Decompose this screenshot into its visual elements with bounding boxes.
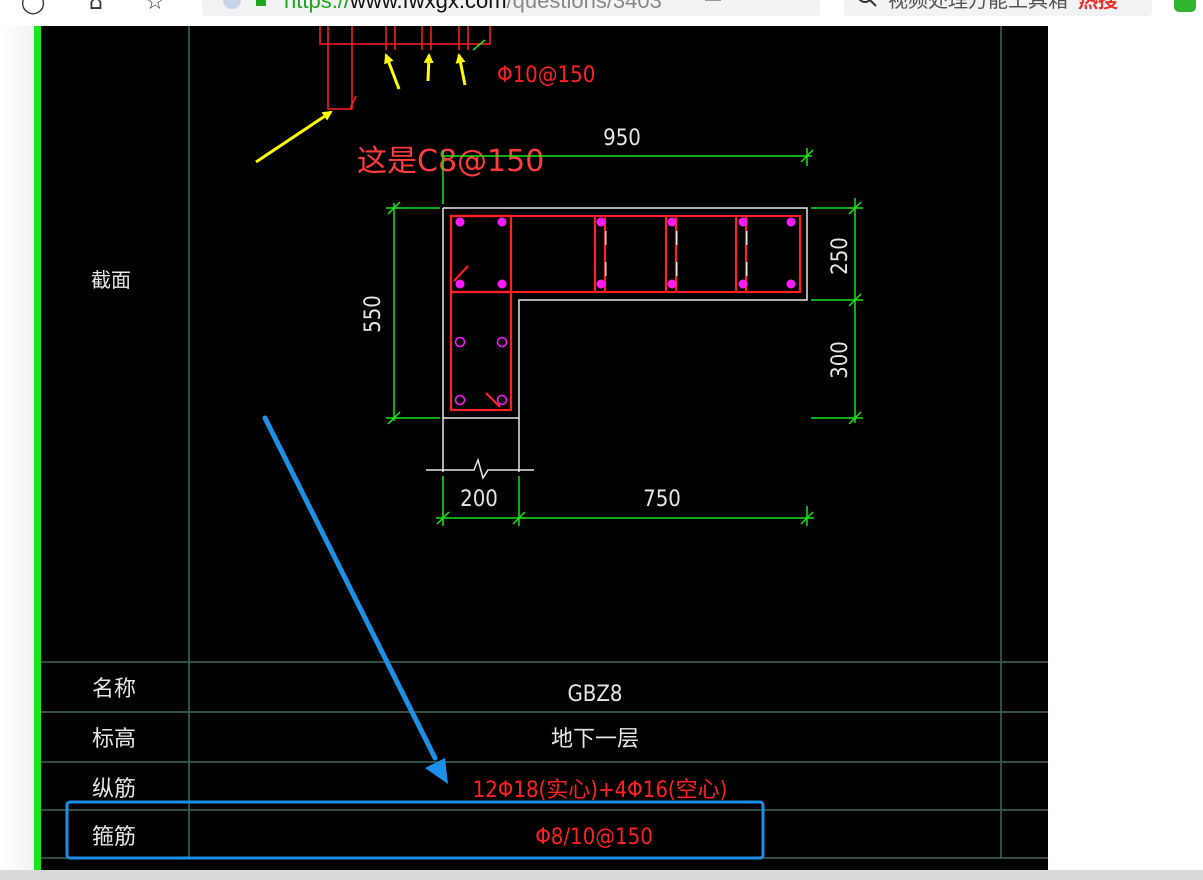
row-elevation-value: 地下一层 [551, 727, 639, 752]
extension-icon[interactable] [1168, 0, 1203, 26]
url-protocol: https:// [284, 0, 351, 13]
yellow-arrow-icon [384, 53, 401, 90]
row-name-value: GBZ8 [567, 682, 622, 707]
row-elevation-header: 标高 [92, 727, 136, 752]
drawing-frame-border [34, 26, 41, 870]
search-suggestion: 视频处理万能工具箱 [888, 0, 1068, 12]
cad-svg: 截面 Φ10@150 这是C8@150 950 550 250 300 200 … [34, 26, 1048, 870]
solid-bars [455, 217, 796, 289]
dim-right-lower: 300 [828, 341, 853, 379]
site-security-icon [223, 0, 241, 9]
row-longitudinal-value: 12Φ18(实心)+4Φ16(空心) [473, 778, 728, 803]
page-margin [0, 26, 34, 870]
hollow-bars [454, 336, 508, 406]
dimension-texts: 950 550 250 300 200 750 [361, 126, 853, 512]
dim-right-upper: 250 [828, 237, 853, 275]
top-rebar-label: Φ10@150 [497, 63, 595, 88]
url-path: /questions/3403 [506, 0, 662, 13]
blue-arrow-icon [262, 415, 448, 784]
cad-drawing: 截面 Φ10@150 这是C8@150 950 550 250 300 200 … [34, 26, 1048, 870]
address-bar[interactable]: https://www.fwxgx.com/questions/3403 [202, 0, 820, 16]
search-icon [858, 0, 877, 7]
address-actions [705, 0, 721, 1]
dim-bottom-right: 750 [643, 487, 681, 512]
horizontal-scrollbar[interactable] [0, 870, 1203, 880]
search-box[interactable]: 视频处理万能工具箱 热搜 [844, 0, 1152, 16]
dim-top-width: 950 [603, 126, 641, 151]
table-grid [41, 26, 1048, 859]
yellow-arrow-icon [255, 110, 333, 164]
row-name-header: 名称 [92, 677, 136, 702]
home-icon[interactable]: ⌂ [83, 0, 109, 16]
dim-left-height: 550 [361, 295, 386, 333]
yellow-arrow-icon [423, 53, 434, 82]
stirrup-detail [319, 26, 491, 110]
lock-icon [256, 0, 266, 6]
bookmark-star-icon[interactable]: ☆ [142, 0, 168, 16]
annotation-text: 这是C8@150 [357, 144, 544, 179]
url-host: www.fwxgx.com [350, 0, 507, 13]
row-stirrup-header: 箍筋 [92, 825, 136, 850]
hot-search-badge: 热搜 [1078, 0, 1118, 12]
dim-bottom-left: 200 [460, 487, 498, 512]
detail-leader [472, 39, 486, 51]
section-label: 截面 [91, 268, 131, 292]
stirrups [449, 214, 802, 412]
column-outline [426, 207, 808, 480]
refresh-icon[interactable]: ◯ [20, 0, 46, 16]
row-stirrup-value: Φ8/10@150 [535, 825, 653, 850]
yellow-arrow-icon [455, 53, 467, 86]
browser-toolbar: ◯ ⌂ ☆ https://www.fwxgx.com/questions/34… [0, 0, 1203, 26]
row-longitudinal-header: 纵筋 [92, 777, 136, 802]
